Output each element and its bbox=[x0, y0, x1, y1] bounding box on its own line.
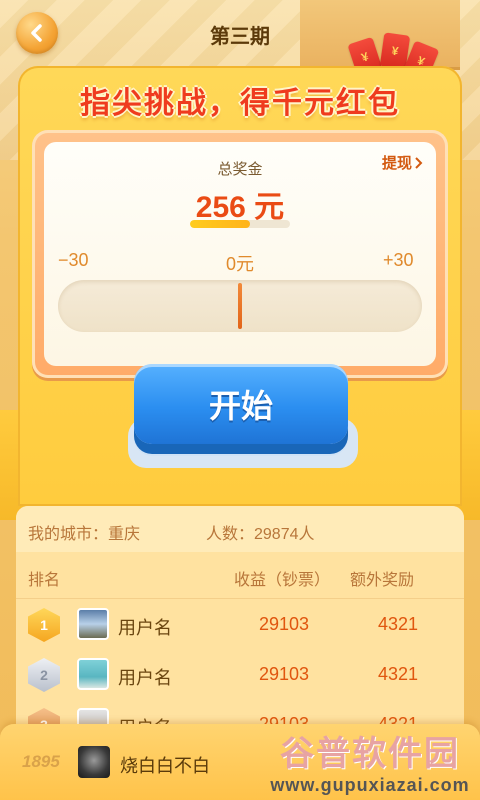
user-bonus: 4321 bbox=[378, 614, 419, 634]
leaderboard-header: 排名 收益（钞票） 额外奖励 bbox=[16, 566, 464, 589]
my-name: 烧白白不白 bbox=[120, 756, 210, 776]
start-button[interactable]: 开始 bbox=[134, 364, 348, 444]
avatar bbox=[77, 608, 109, 640]
divider bbox=[16, 598, 464, 599]
slogan: 指尖挑战，得千元红包 bbox=[80, 87, 400, 120]
withdraw-label: 提现 bbox=[382, 155, 413, 172]
withdraw-link[interactable]: 提现 bbox=[382, 152, 424, 173]
scale-right-label: +30 bbox=[383, 250, 414, 270]
user-name: 用户名 bbox=[118, 668, 172, 688]
user-income: 29103 bbox=[259, 664, 310, 684]
prize-progress-bar bbox=[190, 220, 290, 228]
user-name: 用户名 bbox=[118, 618, 172, 638]
watermark-logo: 谷普软件园 bbox=[280, 735, 460, 773]
leaderboard-row[interactable]: 2 用户名 29103 4321 bbox=[16, 650, 464, 700]
avatar bbox=[77, 658, 109, 690]
prize-progress-fill bbox=[190, 220, 250, 228]
slider-marker bbox=[238, 283, 242, 329]
header-rank: 排名 bbox=[28, 572, 61, 589]
header-income: 收益（钞票） bbox=[234, 572, 331, 589]
chevron-right-icon bbox=[415, 156, 423, 169]
rank-badge-silver: 2 bbox=[28, 658, 60, 692]
leaderboard-row[interactable]: 1 用户名 29103 4321 bbox=[16, 600, 464, 650]
my-rank: 1895 bbox=[22, 752, 60, 771]
my-city: 我的城市：重庆 bbox=[28, 526, 141, 543]
user-income: 29103 bbox=[259, 614, 310, 634]
rank-badge-gold: 1 bbox=[28, 608, 60, 642]
header-bonus: 额外奖励 bbox=[350, 572, 415, 589]
my-avatar bbox=[78, 746, 110, 778]
watermark: 谷普软件园 www.gupuxiazai.com bbox=[262, 726, 478, 798]
user-bonus: 4321 bbox=[378, 664, 419, 684]
watermark-url: www.gupuxiazai.com bbox=[270, 775, 470, 795]
people-count: 人数：29874人 bbox=[206, 526, 315, 543]
page-title: 第三期 bbox=[210, 26, 270, 48]
